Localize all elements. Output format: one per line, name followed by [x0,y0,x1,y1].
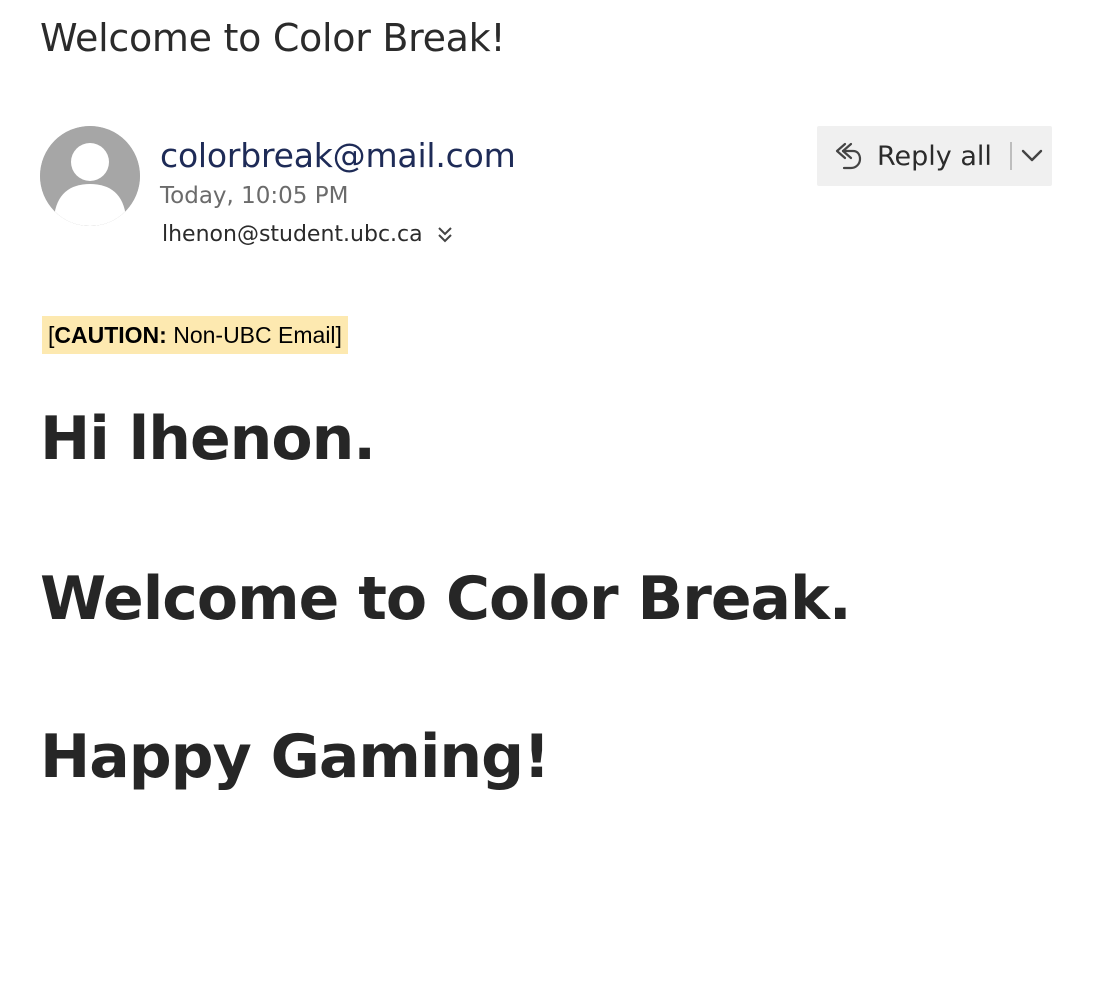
email-subject: Welcome to Color Break! [40,16,506,60]
sender-address[interactable]: colorbreak@mail.com [160,136,516,175]
email-body-signoff: Happy Gaming! [40,722,550,792]
external-email-caution-banner: [CAUTION: Non-UBC Email] [42,316,348,354]
recipient-address[interactable]: lhenon@student.ubc.ca [162,222,423,247]
email-body-welcome: Welcome to Color Break. [40,564,852,634]
caution-text: Non-UBC Email] [166,321,342,348]
sender-avatar[interactable] [40,126,140,226]
caution-label: CAUTION: [54,321,167,348]
sent-date: Today, 10:05 PM [160,183,349,209]
reply-all-split-button: Reply all [817,126,1052,186]
reply-all-button[interactable]: Reply all [817,126,992,186]
person-avatar-icon [40,126,140,226]
chevron-down-icon [1021,149,1043,162]
recipient-row: lhenon@student.ubc.ca [162,222,455,247]
reply-all-icon [833,140,863,172]
reply-all-label: Reply all [877,140,992,172]
email-body-greeting: Hi lhenon. [40,404,376,474]
email-reading-pane: Welcome to Color Break! colorbreak@mail.… [0,0,1098,986]
reply-options-button[interactable] [1012,126,1052,186]
double-chevron-down-icon[interactable] [435,224,455,246]
